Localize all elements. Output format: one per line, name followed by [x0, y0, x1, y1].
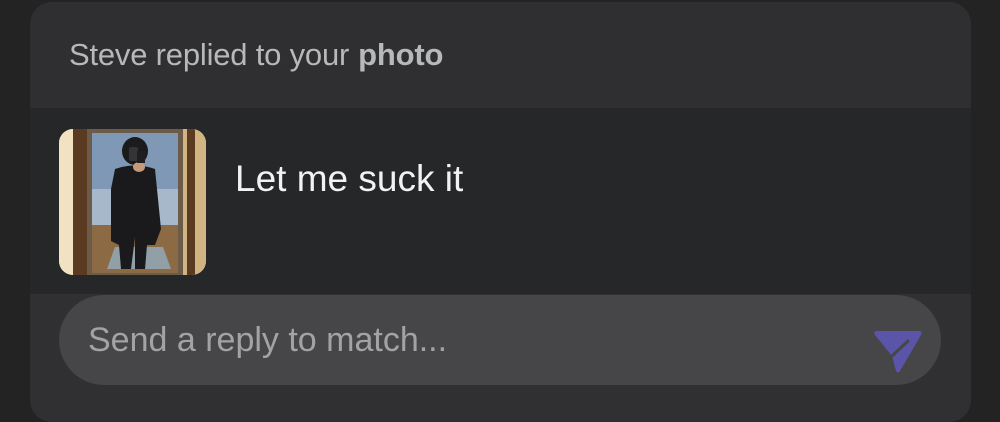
reply-notification-card: Steve replied to your photo Let me suck … [30, 2, 971, 422]
reply-bar [30, 294, 971, 422]
notification-header: Steve replied to your photo [30, 2, 971, 108]
header-text: Steve replied to your [69, 37, 350, 72]
send-icon [874, 331, 922, 373]
mirror-selfie-image [59, 129, 206, 275]
reply-input[interactable] [59, 295, 941, 385]
photo-thumbnail[interactable] [59, 129, 206, 275]
notification-content: Let me suck it [30, 108, 971, 294]
header-photo-link[interactable]: photo [358, 37, 443, 73]
reply-message: Let me suck it [235, 158, 464, 199]
send-button[interactable] [872, 324, 924, 376]
